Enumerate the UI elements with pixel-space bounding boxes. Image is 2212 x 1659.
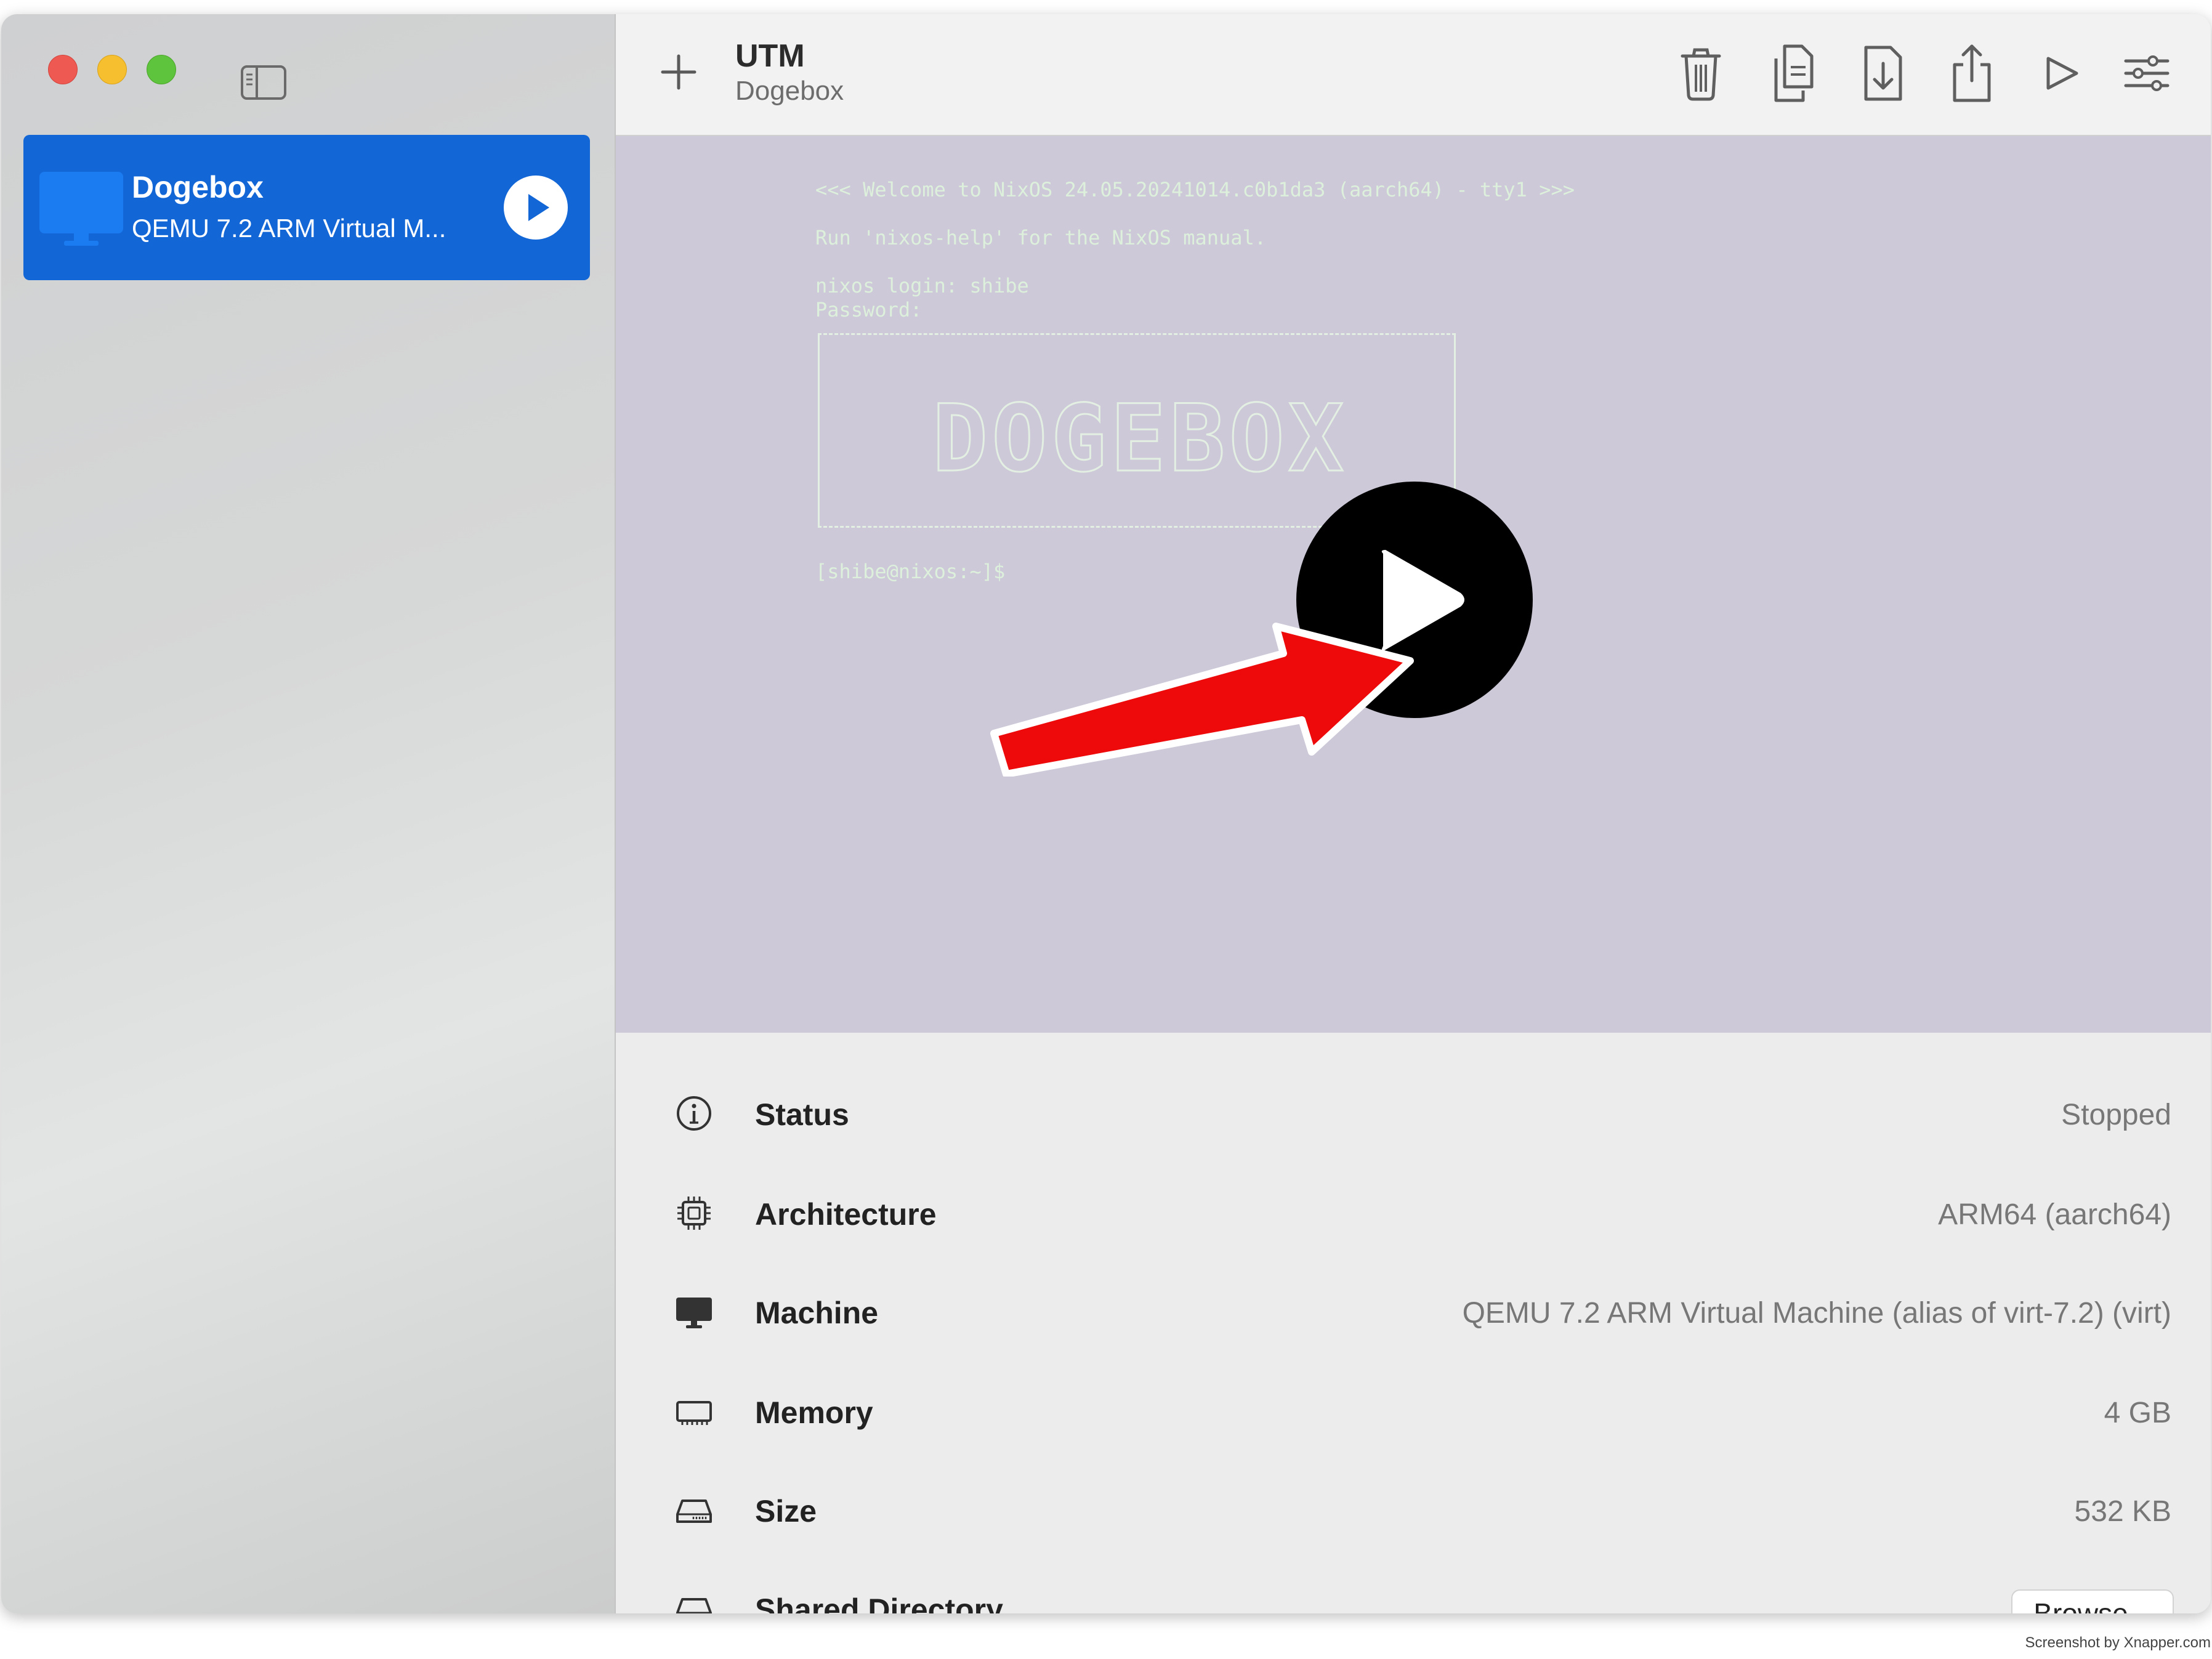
play-icon[interactable] [504, 176, 568, 240]
window-title: UTM [735, 38, 805, 74]
close-button[interactable] [48, 55, 78, 84]
info-value: Stopped [2061, 1099, 2171, 1131]
info-value: QEMU 7.2 ARM Virtual Machine (alias of v… [1462, 1297, 2171, 1330]
info-label: Memory [755, 1395, 873, 1430]
drive-icon [675, 1491, 713, 1529]
window-subtitle: Dogebox [735, 76, 844, 106]
sidebar: Dogebox QEMU 7.2 ARM Virtual M... [1, 14, 616, 1613]
cpu-icon [675, 1194, 713, 1232]
info-value: 4 GB [2104, 1397, 2171, 1429]
vm-description: QEMU 7.2 ARM Virtual M... [132, 214, 446, 243]
terminal-prompt: [shibe@nixos:~]$ [815, 560, 1005, 584]
toolbar: UTM Dogebox [616, 14, 2211, 136]
zoom-button[interactable] [147, 55, 176, 84]
info-label: Machine [755, 1296, 879, 1330]
info-row-machine: Machine QEMU 7.2 ARM Virtual Machine (al… [616, 1274, 2211, 1348]
info-row-size: Size 532 KB [616, 1472, 2211, 1546]
info-row-status: Status Stopped [616, 1076, 2211, 1150]
info-label: Size [755, 1494, 817, 1528]
share-icon[interactable] [1947, 42, 1996, 104]
play-icon[interactable] [2036, 42, 2085, 104]
info-value: 532 KB [2074, 1495, 2171, 1528]
info-row-shared-directory: Shared Directory Browse... [616, 1571, 2211, 1613]
download-icon[interactable] [1859, 42, 1908, 104]
sliders-icon[interactable] [2122, 42, 2171, 104]
shared-drive-icon [675, 1589, 713, 1613]
browse-button[interactable]: Browse... [2011, 1589, 2174, 1613]
info-label: Status [755, 1097, 849, 1132]
sidebar-toggle-icon[interactable] [240, 65, 287, 100]
info-label: Shared Directory [755, 1592, 1003, 1613]
clone-icon[interactable] [1769, 42, 1818, 104]
minimize-button[interactable] [97, 55, 127, 84]
display-icon [675, 1293, 713, 1331]
terminal-line: Password: [815, 298, 922, 321]
info-icon [675, 1094, 713, 1132]
console-preview[interactable]: <<< Welcome to NixOS 24.05.20241014.c0b1… [616, 136, 2211, 1033]
info-row-memory: Memory 4 GB [616, 1374, 2211, 1448]
trash-icon[interactable] [1676, 42, 1726, 104]
info-row-architecture: Architecture ARM64 (aarch64) [616, 1176, 2211, 1249]
info-value: ARM64 (aarch64) [1938, 1198, 2171, 1231]
terminal-output: <<< Welcome to NixOS 24.05.20241014.c0b1… [815, 178, 1575, 322]
vm-list-item-dogebox[interactable]: Dogebox QEMU 7.2 ARM Virtual M... [23, 135, 590, 280]
monitor-icon [37, 172, 129, 252]
terminal-line: <<< Welcome to NixOS 24.05.20241014.c0b1… [815, 178, 1575, 201]
memory-icon [675, 1392, 713, 1431]
vm-name: Dogebox [132, 170, 264, 204]
info-label: Architecture [755, 1197, 937, 1232]
utm-window: Dogebox QEMU 7.2 ARM Virtual M... UTM Do… [1, 14, 2211, 1613]
terminal-line: Run 'nixos-help' for the NixOS manual. [815, 226, 1267, 249]
vm-info-panel: Status Stopped Architecture ARM64 (aarch… [616, 1034, 2211, 1613]
terminal-line: [shibe@nixos:~]$ [815, 560, 1006, 583]
banner-text: DOGEBOX [932, 385, 1347, 493]
plus-icon[interactable] [659, 52, 698, 92]
watermark: Screenshot by Xnapper.com [2025, 1634, 2211, 1651]
main-pane: UTM Dogebox <<< Welcome to NixOS 24.05.2… [616, 14, 2211, 1613]
red-arrow-annotation [979, 592, 1435, 778]
terminal-line: nixos login: shibe [815, 274, 1029, 297]
